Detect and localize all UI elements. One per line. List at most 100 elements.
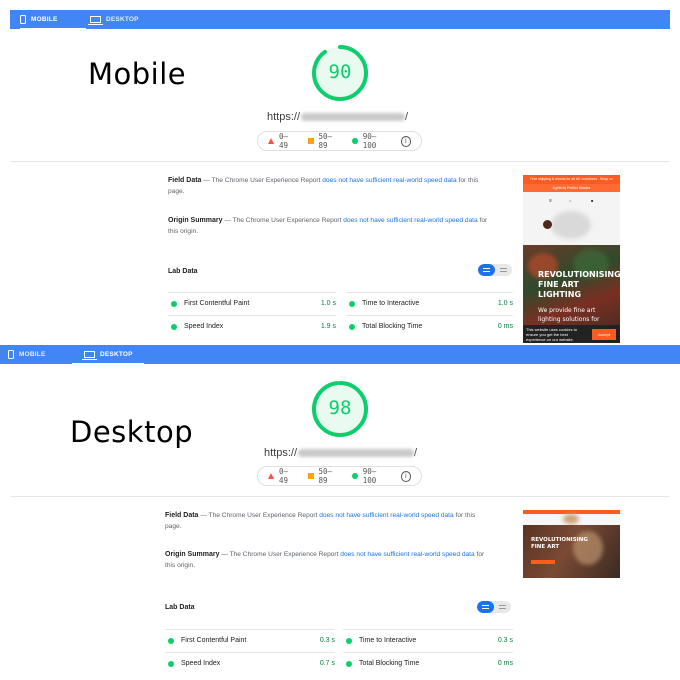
metric-value: 1.0 s: [497, 300, 513, 307]
url-prefix: https://: [264, 447, 298, 459]
pass-circle-icon: [349, 300, 355, 307]
origin-summary-text: — The Chrome User Experience Report: [222, 217, 344, 224]
field-data-section: Field Data — The Chrome User Experience …: [168, 175, 488, 197]
pass-circle-icon: [168, 637, 174, 644]
tab-desktop-label: DESKTOP: [100, 351, 133, 358]
performance-score-gauge: 98: [311, 380, 369, 438]
thumbnail-logo-mark: [543, 220, 552, 229]
metric-first-contentful-paint: First Contentful Paint 1.0 s: [168, 292, 336, 314]
phone-icon: [8, 350, 14, 359]
legend-pass: 90–100: [352, 132, 387, 150]
field-data-link[interactable]: does not have sufficient real-world spee…: [322, 177, 456, 184]
score-legend: 0–49 50–89 90–100 i: [257, 466, 422, 486]
tested-url[interactable]: https:// /: [267, 111, 408, 123]
tab-desktop-label: DESKTOP: [106, 16, 139, 23]
thumbnail-hero: REVOLUTIONISING FINE ART: [523, 525, 620, 578]
origin-summary-section: Origin Summary — The Chrome User Experie…: [165, 549, 485, 571]
url-prefix: https://: [267, 111, 301, 123]
menu-icon: ≡: [549, 198, 552, 204]
metric-name: Time to Interactive: [359, 637, 417, 644]
page-screenshot-thumbnail: Free shipping & returns for all UK custo…: [523, 175, 620, 343]
thumbnail-logo-blur: [563, 514, 579, 524]
metric-total-blocking-time: Total Blocking Time 0 ms: [346, 315, 513, 337]
field-data-section: Field Data — The Chrome User Experience …: [165, 510, 485, 532]
hero-headline-line: FINE ART: [538, 280, 579, 289]
device-label: Desktop: [70, 415, 194, 449]
cart-icon: ■: [591, 198, 594, 203]
legend-pass-label: 90–100: [362, 132, 377, 150]
pass-circle-icon: [171, 300, 177, 307]
thumbnail-header: [523, 514, 620, 525]
origin-summary-title: Origin Summary: [168, 217, 223, 224]
hero-subtext-line: We provide fine art: [538, 307, 596, 314]
list-view-icon: [483, 268, 490, 272]
laptop-icon: [88, 16, 103, 25]
origin-summary-link[interactable]: does not have sufficient real-world spee…: [343, 217, 477, 224]
metric-name: First Contentful Paint: [181, 637, 247, 644]
pass-circle-icon: [346, 637, 352, 644]
origin-summary-title: Origin Summary: [165, 551, 220, 558]
info-icon[interactable]: i: [400, 135, 411, 147]
metric-time-to-interactive: Time to Interactive 0.3 s: [343, 629, 513, 651]
search-icon: ○: [569, 198, 572, 203]
detail-view-icon[interactable]: [500, 268, 507, 272]
page-screenshot-thumbnail: REVOLUTIONISING FINE ART: [523, 510, 620, 578]
origin-summary-section: Origin Summary — The Chrome User Experie…: [168, 215, 488, 237]
tab-desktop[interactable]: DESKTOP: [72, 345, 144, 365]
field-data-link[interactable]: does not have sufficient real-world spee…: [319, 512, 453, 519]
metric-name: Total Blocking Time: [362, 323, 423, 330]
metric-value: 1.9 s: [320, 323, 336, 330]
pass-circle-icon: [168, 660, 174, 667]
legend-average-label: 50–89: [318, 132, 333, 150]
metric-time-to-interactive: Time to Interactive 1.0 s: [346, 292, 513, 314]
metric-value: 0.7 s: [319, 660, 335, 667]
legend-pass: 90–100: [352, 467, 387, 485]
metric-total-blocking-time: Total Blocking Time 0 ms: [343, 652, 513, 674]
hero-subtext: We provide fine art lighting solutions f…: [538, 306, 600, 324]
origin-summary-link[interactable]: does not have sufficient real-world spee…: [340, 551, 474, 558]
phone-icon: [20, 15, 26, 24]
thumbnail-accept-button: Accept: [591, 329, 616, 340]
url-suffix: /: [405, 111, 409, 123]
hero-headline-line: REVOLUTIONISING: [538, 270, 620, 279]
metric-name: Speed Index: [181, 660, 221, 667]
triangle-icon: [268, 473, 274, 479]
metrics-view-toggle[interactable]: [477, 601, 511, 613]
tab-mobile[interactable]: MOBILE: [20, 10, 86, 30]
metrics-view-toggle[interactable]: [478, 264, 512, 276]
detail-view-icon[interactable]: [499, 605, 506, 609]
legend-fail-label: 0–49: [279, 467, 289, 485]
hero-headline: REVOLUTIONISING FINE ART LIGHTING: [538, 270, 620, 300]
metric-value: 1.0 s: [320, 300, 336, 307]
metric-name: Total Blocking Time: [359, 660, 420, 667]
performance-score-gauge: 90: [311, 44, 369, 102]
lab-data-title: Lab Data: [168, 268, 198, 275]
metric-speed-index: Speed Index 0.7 s: [165, 652, 335, 674]
field-data-text: — The Chrome User Experience Report: [201, 177, 323, 184]
hero-headline-line: FINE ART: [531, 544, 560, 550]
pass-circle-icon: [171, 323, 177, 330]
legend-pass-label: 90–100: [362, 467, 377, 485]
square-icon: [308, 473, 314, 479]
section-divider: [10, 161, 670, 162]
metric-speed-index: Speed Index 1.9 s: [168, 315, 336, 337]
tab-mobile-label: MOBILE: [19, 351, 46, 358]
thumbnail-brand-bar: Lights by Perfect Shades: [523, 184, 620, 192]
tab-mobile[interactable]: MOBILE: [8, 345, 45, 364]
device-label: Mobile: [88, 57, 187, 91]
legend-fail: 0–49: [268, 467, 295, 485]
redacted-domain: [301, 113, 406, 122]
square-icon: [308, 138, 314, 144]
metric-name: Speed Index: [184, 323, 224, 330]
lab-data-title: Lab Data: [165, 604, 195, 611]
hero-cta: [531, 560, 555, 564]
hero-headline: REVOLUTIONISING FINE ART: [531, 537, 588, 551]
hero-headline-line: LIGHTING: [538, 290, 582, 299]
tab-desktop[interactable]: DESKTOP: [88, 10, 139, 29]
info-icon[interactable]: i: [400, 470, 411, 482]
hero-subtext-line: lighting solutions for: [538, 316, 600, 323]
tested-url[interactable]: https:// /: [264, 447, 417, 459]
mobile-report-panel: MOBILE DESKTOP Mobile 90 https:// / 0–49 …: [0, 10, 680, 343]
metric-value: 0 ms: [497, 660, 513, 667]
metric-value: 0.3 s: [497, 637, 513, 644]
